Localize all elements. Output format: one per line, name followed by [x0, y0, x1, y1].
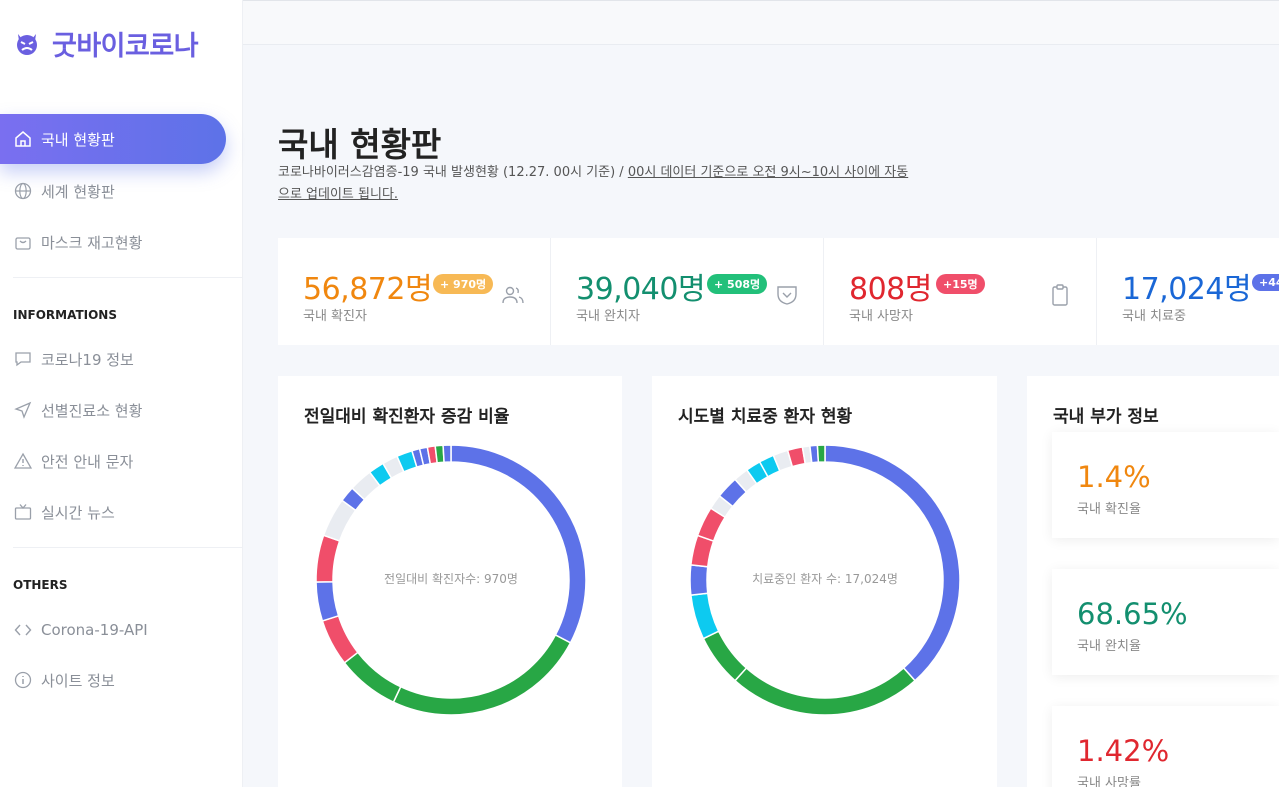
card-regional-treatment: 시도별 치료중 환자 현황 치료중인 환자 수: 17,024명 [652, 376, 997, 787]
nav-item-mask-stock[interactable]: 마스크 재고현황 [0, 217, 226, 267]
info-label: 국내 완치율 [1077, 639, 1141, 654]
stat-label: 국내 사망자 [849, 309, 913, 324]
stat-label: 국내 확진자 [303, 309, 367, 324]
card-daily-change: 전일대비 확진환자 증감 비율 전일대비 확진자수: 970명 [278, 376, 622, 787]
nav-divider [13, 277, 242, 278]
code-icon [14, 621, 32, 639]
donut-slice[interactable] [690, 592, 720, 640]
stat-badge: + 508명 [707, 274, 768, 294]
donut-slice[interactable] [450, 444, 587, 644]
info-death-rate: 1.42% 국내 사망률 [1052, 706, 1279, 787]
tv-icon [14, 503, 32, 521]
stat-label: 국내 치료중 [1122, 309, 1186, 324]
nav-item-clinics[interactable]: 선별진료소 현황 [0, 385, 226, 435]
nav-item-label: 실시간 뉴스 [41, 503, 115, 522]
donut-center-label: 전일대비 확진자수: 970명 [384, 572, 518, 586]
donut-slice[interactable] [315, 580, 340, 622]
nav-item-label: 세계 현황판 [41, 182, 115, 201]
donut-slice[interactable] [824, 444, 961, 682]
stat-badge: +44 [1252, 274, 1279, 291]
stat-value: 39,040명 [576, 272, 706, 307]
stat-badge: + 970명 [433, 274, 494, 294]
nav-item-site-info[interactable]: 사이트 정보 [0, 655, 226, 705]
info-value: 1.42% [1077, 734, 1170, 768]
page-description: 코로나바이러스감염증-19 국내 발생현황 (12.27. 00시 기준) / … [278, 162, 918, 206]
stat-recovered: 39,040명 + 508명 국내 완치자 [551, 238, 824, 345]
stat-value: 17,024명 [1122, 272, 1252, 307]
page-title: 국내 현황판 [278, 125, 442, 164]
brand-name: 굿바이코로나 [52, 31, 199, 62]
donut-slice[interactable] [702, 630, 748, 682]
nav-item-label: 코로나19 정보 [41, 350, 134, 369]
nav-item-domestic-dashboard[interactable]: 국내 현황판 [0, 114, 226, 164]
donut-slice[interactable] [816, 444, 826, 463]
info-recovery-rate: 68.65% 국내 완치율 [1052, 569, 1279, 675]
card-title: 전일대비 확진환자 증감 비율 [304, 407, 510, 427]
warning-icon [14, 452, 32, 470]
nav-item-label: 사이트 정보 [41, 671, 115, 690]
stat-value: 808명 [849, 272, 932, 307]
stat-value: 56,872명 [303, 272, 433, 307]
nav-item-label: Corona-19-API [41, 621, 148, 639]
info-value: 68.65% [1077, 597, 1188, 631]
stat-deaths: 808명 +15명 국내 사망자 [824, 238, 1097, 345]
donut-slice[interactable] [343, 651, 402, 704]
brand[interactable]: 굿바이코로나 [14, 24, 199, 63]
card-title: 국내 부가 정보 [1053, 407, 1159, 427]
globe-icon [14, 182, 32, 200]
stat-label: 국내 완치자 [576, 309, 640, 324]
stat-confirmed: 56,872명 + 970명 국내 확진자 [278, 238, 551, 345]
devil-face-icon [17, 33, 37, 55]
navigation-icon [14, 401, 32, 419]
nav-item-label: 국내 현황판 [41, 130, 115, 149]
donut-slice[interactable] [392, 633, 572, 716]
sidebar: 굿바이코로나 국내 현황판 세계 현황판 마스크 재고현황 INFORMATIO… [0, 0, 243, 787]
info-confirmed-rate: 1.4% 국내 확진율 [1052, 432, 1279, 538]
info-label: 국내 사망률 [1077, 776, 1141, 787]
users-icon [502, 286, 524, 304]
nav-item-safety-sms[interactable]: 안전 안내 문자 [0, 436, 226, 486]
donut-slice[interactable] [321, 614, 359, 664]
clipboard-icon [1052, 284, 1068, 306]
home-icon [14, 130, 32, 148]
page-description-text: 코로나바이러스감염증-19 국내 발생현황 (12.27. 00시 기준) / [278, 165, 628, 180]
info-label: 국내 확진율 [1077, 502, 1141, 517]
nav-item-news[interactable]: 실시간 뉴스 [0, 487, 226, 537]
info-icon [14, 671, 32, 689]
nav-item-api[interactable]: Corona-19-API [0, 605, 226, 655]
nav-item-label: 마스크 재고현황 [41, 233, 143, 252]
bag-icon [14, 233, 32, 251]
card-extra-info: 국내 부가 정보 1.4% 국내 확진율 68.65% 국내 완치율 1.42%… [1027, 376, 1279, 787]
others-heading: OTHERS [13, 578, 68, 592]
nav-item-corona-info[interactable]: 코로나19 정보 [0, 334, 226, 384]
chat-icon [14, 350, 32, 368]
donut-slice[interactable] [442, 444, 452, 463]
top-bar [243, 0, 1279, 45]
card-title: 시도별 치료중 환자 현황 [678, 407, 853, 427]
nav-item-world-dashboard[interactable]: 세계 현황판 [0, 166, 226, 216]
stats-strip: 56,872명 + 970명 국내 확진자 39,040명 + 508명 국내 … [278, 238, 1279, 345]
donut-slice[interactable] [733, 666, 917, 716]
donut-center-label: 치료중인 환자 수: 17,024명 [752, 572, 898, 586]
shield-check-icon [777, 286, 797, 305]
nav-divider [13, 547, 242, 548]
info-value: 1.4% [1077, 460, 1151, 494]
stat-badge: +15명 [936, 274, 985, 294]
nav-item-label: 선별진료소 현황 [41, 401, 143, 420]
stat-in-treatment: 17,024명 +44 국내 치료중 [1097, 238, 1279, 345]
informations-heading: INFORMATIONS [13, 308, 117, 322]
nav-item-label: 안전 안내 문자 [41, 452, 134, 471]
